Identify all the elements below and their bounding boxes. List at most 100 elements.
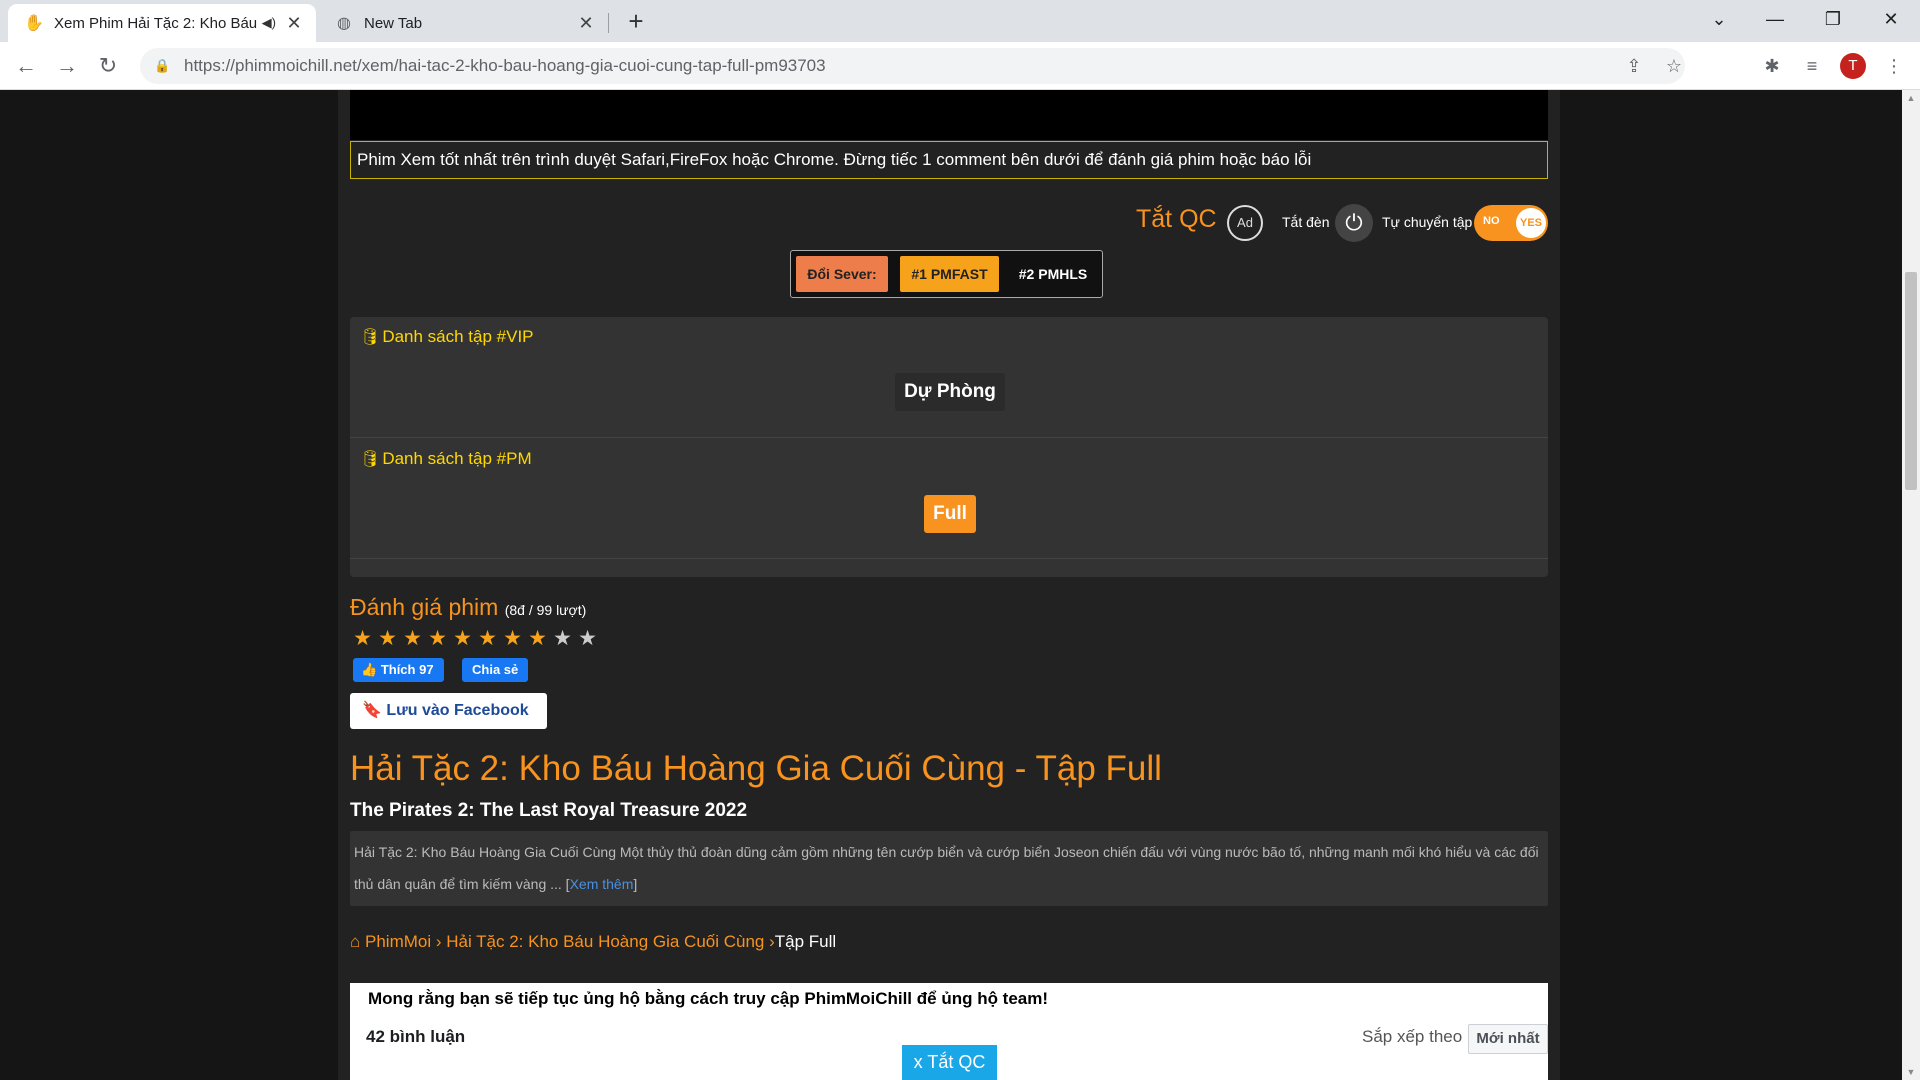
breadcrumb-movie[interactable]: Hải Tặc 2: Kho Báu Hoàng Gia Cuối Cùng: [446, 932, 764, 951]
save-label: Lưu vào Facebook: [386, 702, 529, 719]
menu-kebab-icon[interactable]: ⋮: [1880, 52, 1908, 80]
reload-icon[interactable]: ↻: [92, 50, 124, 82]
movie-title: Hải Tặc 2: Kho Báu Hoàng Gia Cuối Cùng -…: [350, 749, 1162, 788]
facebook-like-button[interactable]: 👍 Thích 97: [353, 658, 444, 682]
page-viewport: Phim Xem tốt nhất trên trình duyệt Safar…: [0, 90, 1902, 1080]
rating-title: Đánh giá phim: [350, 594, 499, 620]
tab-separator: [608, 13, 609, 33]
sort-label: Sắp xếp theo: [1362, 1027, 1463, 1046]
pm-episodes-title: Danh sách tập #PM: [382, 449, 532, 468]
address-bar[interactable]: 🔒 https://phimmoichill.net/xem/hai-tac-2…: [140, 48, 1685, 84]
comments-section: Mong rằng bạn sẽ tiếp tục ủng hộ bằng cá…: [350, 983, 1548, 1080]
scroll-down-arrow-icon[interactable]: ▼: [1902, 1064, 1920, 1080]
media-control-icon[interactable]: ≡: [1798, 52, 1826, 80]
power-icon[interactable]: ⏻: [1335, 204, 1373, 242]
star-icon[interactable]: ★: [350, 627, 375, 651]
comment-count: 42 bình luận: [366, 1027, 466, 1046]
hand-favicon-icon: ✋: [24, 15, 44, 32]
chrome-favicon-icon: ◍: [337, 15, 351, 32]
vip-episodes-heading: 🛢 Danh sách tập #VIP: [360, 327, 534, 347]
bookmark-star-icon[interactable]: ☆: [1660, 52, 1688, 80]
description-bracket: ]: [633, 876, 638, 892]
divider: [350, 437, 1548, 438]
breadcrumb-home[interactable]: PhimMoi: [365, 932, 431, 951]
server-button-pmhls[interactable]: #2 PMHLS: [1008, 256, 1098, 292]
star-icon[interactable]: ★: [550, 627, 575, 651]
auto-next-label: Tự chuyển tập: [1382, 214, 1473, 230]
vip-episodes-title: Danh sách tập #VIP: [382, 327, 534, 346]
toggle-yes-knob: YES: [1516, 208, 1546, 238]
minimize-button[interactable]: —: [1752, 4, 1798, 34]
divider: [350, 558, 1548, 559]
browser-notice: Phim Xem tốt nhất trên trình duyệt Safar…: [350, 141, 1548, 179]
profile-avatar[interactable]: T: [1840, 53, 1866, 79]
tab-title: Xem Phim Hải Tặc 2: Kho Báu: [54, 14, 258, 32]
movie-subtitle: The Pirates 2: The Last Royal Treasure 2…: [350, 800, 748, 821]
no-ads-icon[interactable]: Ad: [1227, 205, 1263, 241]
tab-new-tab[interactable]: ◍ New Tab ✕: [318, 4, 608, 42]
save-to-facebook-button[interactable]: 🔖 Lưu vào Facebook: [350, 693, 547, 729]
support-message: Mong rằng bạn sẽ tiếp tục ủng hộ bằng cá…: [368, 989, 1049, 1008]
turn-off-ads-label[interactable]: Tắt QC: [1136, 205, 1217, 234]
server-button-pmfast[interactable]: #1 PMFAST: [900, 256, 999, 292]
star-icon[interactable]: ★: [425, 627, 450, 651]
scroll-up-arrow-icon[interactable]: ▲: [1902, 90, 1920, 106]
extensions-puzzle-icon[interactable]: ✱: [1758, 52, 1786, 80]
breadcrumb: ⌂ PhimMoi › Hải Tặc 2: Kho Báu Hoàng Gia…: [350, 932, 836, 952]
browser-toolbar: ← → ↻ 🔒 https://phimmoichill.net/xem/hai…: [0, 42, 1920, 90]
pm-episodes-heading: 🛢 Danh sách tập #PM: [360, 449, 532, 469]
facebook-share-button[interactable]: Chia sẻ: [462, 658, 529, 682]
star-icon[interactable]: ★: [575, 627, 600, 651]
tab-search-icon[interactable]: ⌄: [1696, 4, 1742, 34]
url-text[interactable]: https://phimmoichill.net/xem/hai-tac-2-k…: [184, 56, 826, 76]
star-icon[interactable]: ★: [475, 627, 500, 651]
breadcrumb-current: Tập Full: [774, 932, 837, 951]
share-icon[interactable]: ⇪: [1620, 52, 1648, 80]
lock-icon[interactable]: 🔒: [154, 58, 174, 74]
star-icon[interactable]: ★: [450, 627, 475, 651]
page-scrollbar[interactable]: ▲ ▼: [1902, 90, 1920, 1080]
rating-heading: Đánh giá phim (8đ / 99 lượt): [350, 594, 586, 621]
breadcrumb-separator: ›: [764, 932, 775, 951]
new-tab-button[interactable]: +: [622, 6, 650, 36]
close-tab-icon[interactable]: ✕: [576, 13, 596, 34]
tab-xem-phim[interactable]: ✋ Xem Phim Hải Tặc 2: Kho Báu ◀) ✕: [8, 4, 316, 42]
star-icon[interactable]: ★: [500, 627, 525, 651]
rating-summary: (8đ / 99 lượt): [504, 602, 587, 618]
database-icon: 🛢: [360, 329, 381, 346]
close-window-button[interactable]: ✕: [1868, 4, 1914, 34]
read-more-link[interactable]: Xem thêm: [570, 876, 634, 892]
description-text: Hải Tặc 2: Kho Báu Hoàng Gia Cuối Cùng M…: [354, 844, 1539, 892]
back-arrow-icon[interactable]: ←: [10, 50, 42, 82]
bookmark-icon: 🔖: [362, 702, 387, 719]
video-player[interactable]: [350, 90, 1548, 140]
content-container: Phim Xem tốt nhất trên trình duyệt Safar…: [338, 90, 1560, 1080]
scrollbar-thumb[interactable]: [1905, 272, 1917, 490]
server-label: Đổi Sever:: [796, 256, 888, 292]
close-tab-icon[interactable]: ✕: [284, 13, 304, 34]
star-icon[interactable]: ★: [375, 627, 400, 651]
movie-description: Hải Tặc 2: Kho Báu Hoàng Gia Cuối Cùng M…: [350, 831, 1548, 906]
home-icon[interactable]: ⌂: [350, 932, 365, 951]
sort-dropdown[interactable]: Mới nhất: [1468, 1024, 1548, 1054]
speaker-icon[interactable]: ◀): [262, 15, 276, 31]
breadcrumb-separator: ›: [431, 932, 447, 951]
restore-button[interactable]: ❐: [1810, 4, 1856, 34]
star-icon[interactable]: ★: [525, 627, 550, 651]
server-switcher: Đổi Sever: #1 PMFAST #2 PMHLS: [790, 250, 1103, 298]
tab-title: New Tab: [364, 14, 423, 32]
episode-button-backup[interactable]: Dự Phòng: [895, 373, 1005, 411]
episode-button-full[interactable]: Full: [924, 495, 976, 533]
episode-list-panel: 🛢 Danh sách tập #VIP Dự Phòng 🛢 Danh sách …: [350, 317, 1548, 577]
browser-tab-bar: ✋ Xem Phim Hải Tặc 2: Kho Báu ◀) ✕ ◍ New…: [0, 0, 1920, 42]
thumbs-up-icon: 👍: [361, 662, 381, 677]
close-ad-button[interactable]: x Tắt QC: [902, 1045, 997, 1080]
database-icon: 🛢: [360, 451, 381, 468]
auto-next-toggle[interactable]: NO YES: [1474, 205, 1548, 241]
toggle-no-label: NO: [1483, 215, 1500, 227]
lights-off-label: Tắt đèn: [1282, 214, 1330, 230]
rating-stars[interactable]: ★ ★ ★ ★ ★ ★ ★ ★ ★ ★: [350, 627, 600, 651]
forward-arrow-icon[interactable]: →: [51, 50, 83, 82]
star-icon[interactable]: ★: [400, 627, 425, 651]
like-label: Thích 97: [380, 662, 434, 677]
